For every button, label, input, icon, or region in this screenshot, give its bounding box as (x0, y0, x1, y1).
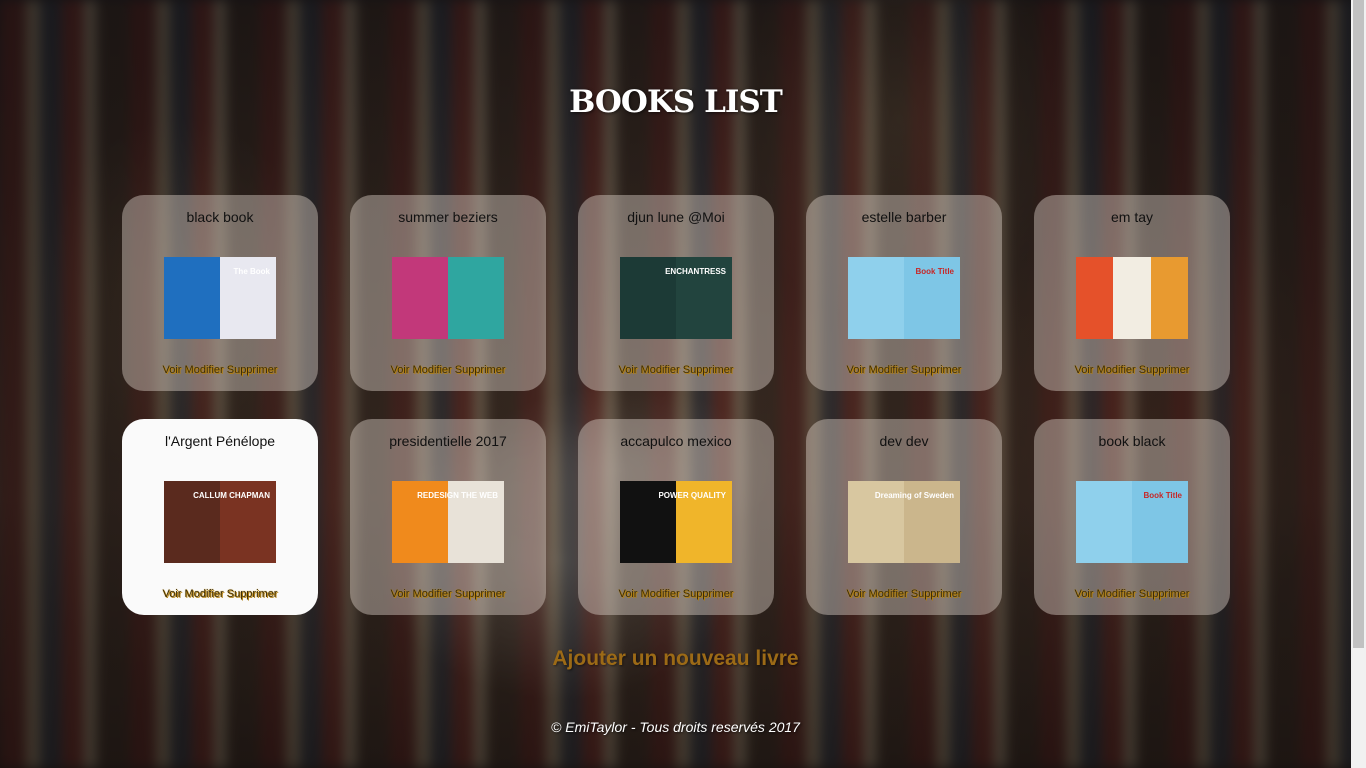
edit-link[interactable]: Modifier (1097, 588, 1136, 600)
book-title: dev dev (879, 433, 929, 449)
book-cover-label: The Book (233, 267, 270, 276)
view-link[interactable]: Voir (847, 588, 866, 600)
edit-link[interactable]: Modifier (1097, 364, 1136, 376)
book-cover-label: POWER QUALITY (658, 491, 726, 500)
book-card: estelle barber Book Title Voir Modifier Su… (806, 195, 1002, 391)
book-card: presidentielle 2017 REDESIGN THE WEB Voir … (350, 419, 546, 615)
scrollbar[interactable] (1351, 0, 1366, 768)
delete-link[interactable]: Supprimer (227, 588, 278, 600)
book-card: summer beziers Voir Modifier Supprimer (350, 195, 546, 391)
main-content: BOOKS LIST black book The Book Voir Modifi… (0, 0, 1351, 768)
books-grid: black book The Book Voir Modifier Supprime… (122, 195, 1230, 615)
book-cover-label: CALLUM CHAPMAN (193, 491, 270, 500)
book-title: estelle barber (861, 209, 947, 225)
delete-link[interactable]: Supprimer (1139, 364, 1190, 376)
book-actions: Voir Modifier Supprimer (350, 588, 546, 600)
book-cover-image: POWER QUALITY (620, 481, 732, 563)
book-cover-image: Book Title (1076, 481, 1188, 563)
book-title: accapulco mexico (620, 433, 732, 449)
book-cover-label: Book Title (915, 267, 954, 276)
book-card: accapulco mexico POWER QUALITY Voir Modifi… (578, 419, 774, 615)
book-title: djun lune @Moi (627, 209, 725, 225)
book-card: djun lune @Moi ENCHANTRESS Voir Modifier S… (578, 195, 774, 391)
book-cover-image (392, 257, 504, 339)
view-link[interactable]: Voir (163, 588, 182, 600)
delete-link[interactable]: Supprimer (911, 364, 962, 376)
book-card: book black Book Title Voir Modifier Suppri… (1034, 419, 1230, 615)
book-cover-image: Book Title (848, 257, 960, 339)
book-cover-image: REDESIGN THE WEB (392, 481, 504, 563)
book-cover-image: CALLUM CHAPMAN (164, 481, 276, 563)
book-actions: Voir Modifier Supprimer (578, 364, 774, 376)
delete-link[interactable]: Supprimer (227, 364, 278, 376)
edit-link[interactable]: Modifier (641, 588, 680, 600)
book-actions: Voir Modifier Supprimer (350, 364, 546, 376)
view-link[interactable]: Voir (391, 364, 410, 376)
book-actions: Voir Modifier Supprimer (1034, 588, 1230, 600)
delete-link[interactable]: Supprimer (455, 364, 506, 376)
edit-link[interactable]: Modifier (413, 588, 452, 600)
book-title: book black (1098, 433, 1166, 449)
book-title: presidentielle 2017 (389, 433, 507, 449)
book-actions: Voir Modifier Supprimer (578, 588, 774, 600)
view-link[interactable]: Voir (1075, 364, 1094, 376)
book-card: l'Argent Pénélope CALLUM CHAPMAN Voir Modi… (122, 419, 318, 615)
book-cover-image: The Book (164, 257, 276, 339)
page-title: BOOKS LIST (569, 84, 783, 120)
book-actions: Voir Modifier Supprimer (806, 588, 1002, 600)
delete-link[interactable]: Supprimer (1139, 588, 1190, 600)
book-cover-label: ENCHANTRESS (665, 267, 726, 276)
footer: © EmiTaylor - Tous droits reservés 2017 (551, 719, 800, 735)
delete-link[interactable]: Supprimer (683, 588, 734, 600)
book-cover-label: Book Title (1143, 491, 1182, 500)
book-card: em tay Voir Modifier Supprimer (1034, 195, 1230, 391)
book-actions: Voir Modifier Supprimer (806, 364, 1002, 376)
view-link[interactable]: Voir (619, 364, 638, 376)
view-link[interactable]: Voir (619, 588, 638, 600)
book-cover-image: Dreaming of Sweden (848, 481, 960, 563)
book-actions: Voir Modifier Supprimer (122, 588, 318, 600)
scrollbar-thumb[interactable] (1353, 0, 1364, 648)
edit-link[interactable]: Modifier (185, 588, 224, 600)
book-card: dev dev Dreaming of Sweden Voir Modifier S… (806, 419, 1002, 615)
book-title: l'Argent Pénélope (164, 433, 276, 449)
book-title: black book (186, 209, 254, 225)
view-link[interactable]: Voir (847, 364, 866, 376)
view-link[interactable]: Voir (1075, 588, 1094, 600)
delete-link[interactable]: Supprimer (911, 588, 962, 600)
edit-link[interactable]: Modifier (641, 364, 680, 376)
book-cover-label: REDESIGN THE WEB (417, 491, 498, 500)
edit-link[interactable]: Modifier (869, 588, 908, 600)
edit-link[interactable]: Modifier (185, 364, 224, 376)
book-cover-image (1076, 257, 1188, 339)
book-actions: Voir Modifier Supprimer (1034, 364, 1230, 376)
book-actions: Voir Modifier Supprimer (122, 364, 318, 376)
book-title: summer beziers (398, 209, 498, 225)
book-cover-label: Dreaming of Sweden (874, 491, 954, 500)
book-card: black book The Book Voir Modifier Supprime… (122, 195, 318, 391)
edit-link[interactable]: Modifier (413, 364, 452, 376)
view-link[interactable]: Voir (391, 588, 410, 600)
book-title: em tay (1110, 209, 1153, 225)
book-cover-image: ENCHANTRESS (620, 257, 732, 339)
add-book-link[interactable]: Ajouter un nouveau livre (0, 647, 1351, 671)
delete-link[interactable]: Supprimer (683, 364, 734, 376)
edit-link[interactable]: Modifier (869, 364, 908, 376)
view-link[interactable]: Voir (163, 364, 182, 376)
delete-link[interactable]: Supprimer (455, 588, 506, 600)
